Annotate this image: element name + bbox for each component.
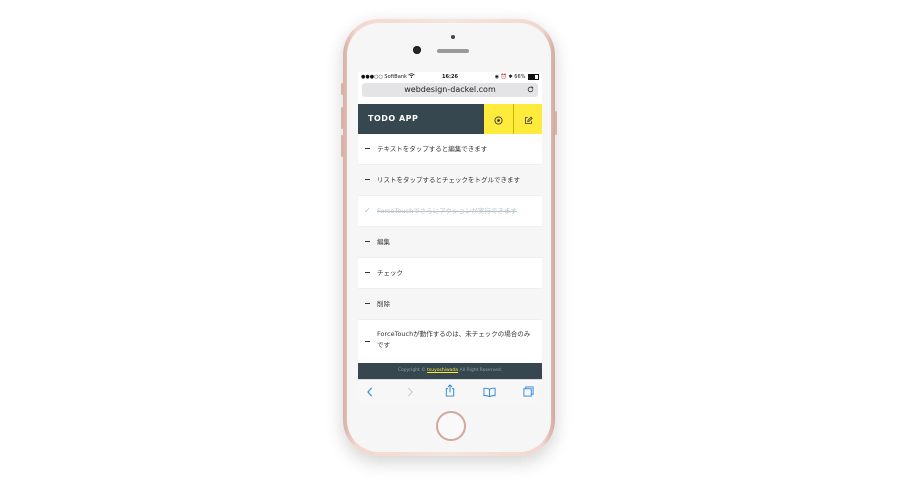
todo-text[interactable]: ForceTouchが動作するのは、未チェックの場合のみです — [377, 329, 534, 351]
share-icon — [445, 382, 455, 401]
earpiece-speaker — [437, 49, 469, 53]
back-icon — [366, 382, 374, 401]
reload-icon[interactable] — [527, 83, 534, 97]
list-item[interactable]: リストをタップするとチェックをトグルできます — [358, 165, 542, 196]
phone-screen: ●●●○○ SoftBank 16:26 ◉ ⏰ ✱ 66% webdesign… — [358, 72, 542, 402]
todo-text[interactable]: 削除 — [377, 289, 534, 319]
tabs-button[interactable] — [519, 383, 537, 399]
todo-list: テキストをタップすると編集できます リストをタップするとチェックをトグルできます… — [358, 134, 542, 364]
check-icon: ✓ — [364, 206, 371, 215]
volume-down-button[interactable] — [341, 135, 343, 157]
dash-icon — [365, 341, 370, 343]
dash-icon — [365, 272, 370, 274]
battery-percent: 66% — [514, 74, 526, 80]
bookmarks-button[interactable] — [480, 383, 498, 399]
dash-icon — [365, 179, 370, 181]
todo-text[interactable]: リストをタップするとチェックをトグルできます — [377, 165, 534, 195]
list-item[interactable]: 編集 — [358, 227, 542, 258]
bluetooth-icon: ✱ — [508, 74, 513, 80]
forward-button[interactable] — [401, 383, 419, 399]
share-button[interactable] — [441, 383, 459, 399]
app-title: TODO APP — [368, 114, 419, 123]
mute-switch[interactable] — [341, 83, 343, 95]
alarm-icon: ⏰ — [500, 74, 507, 80]
home-button[interactable] — [436, 411, 466, 441]
list-item[interactable]: チェック — [358, 258, 542, 289]
list-item[interactable]: 削除 — [358, 289, 542, 320]
tabs-icon — [522, 382, 534, 401]
todo-text[interactable]: ForceTouchでさらにアクションが実行できます — [377, 196, 534, 226]
url-text: webdesign-dackel.com — [404, 85, 496, 94]
author-link[interactable]: tsuyoshiwada — [427, 368, 458, 373]
todo-text[interactable]: テキストをタップすると編集できます — [377, 134, 534, 164]
front-camera — [413, 46, 421, 54]
back-button[interactable] — [361, 383, 379, 399]
volume-up-button[interactable] — [341, 107, 343, 129]
bookmarks-icon — [482, 382, 496, 401]
dash-icon — [365, 148, 370, 150]
todo-text[interactable]: 編集 — [377, 227, 534, 257]
list-item[interactable]: ForceTouchが動作するのは、未チェックの場合のみです — [358, 320, 542, 364]
proximity-sensor — [451, 35, 455, 39]
edit-mode-button[interactable] — [514, 104, 542, 134]
dash-icon — [365, 241, 370, 243]
power-button[interactable] — [555, 111, 557, 135]
status-right: ◉ ⏰ ✱ 66% — [495, 72, 539, 82]
list-item[interactable]: ✓ ForceTouchでさらにアクションが実行できます — [358, 196, 542, 227]
circle-plus-icon — [494, 110, 503, 129]
forward-icon — [406, 382, 414, 401]
status-bar: ●●●○○ SoftBank 16:26 ◉ ⏰ ✱ 66% — [358, 72, 542, 82]
address-bar[interactable]: webdesign-dackel.com — [362, 83, 538, 97]
add-todo-button[interactable] — [484, 104, 514, 134]
copyright-prefix: Copyright © — [397, 368, 426, 373]
safari-toolbar — [358, 379, 542, 402]
orientation-lock-icon: ◉ — [494, 74, 500, 80]
dash-icon — [365, 303, 370, 305]
todo-text[interactable]: チェック — [377, 258, 534, 288]
copyright-footer: Copyright © tsuyoshiwada All Right Reser… — [358, 363, 542, 379]
app-header: TODO APP — [358, 104, 542, 134]
list-item[interactable]: テキストをタップすると編集できます — [358, 134, 542, 165]
battery-icon — [528, 73, 539, 80]
edit-icon — [524, 110, 533, 129]
copyright-suffix: All Right Reserved. — [459, 368, 503, 373]
